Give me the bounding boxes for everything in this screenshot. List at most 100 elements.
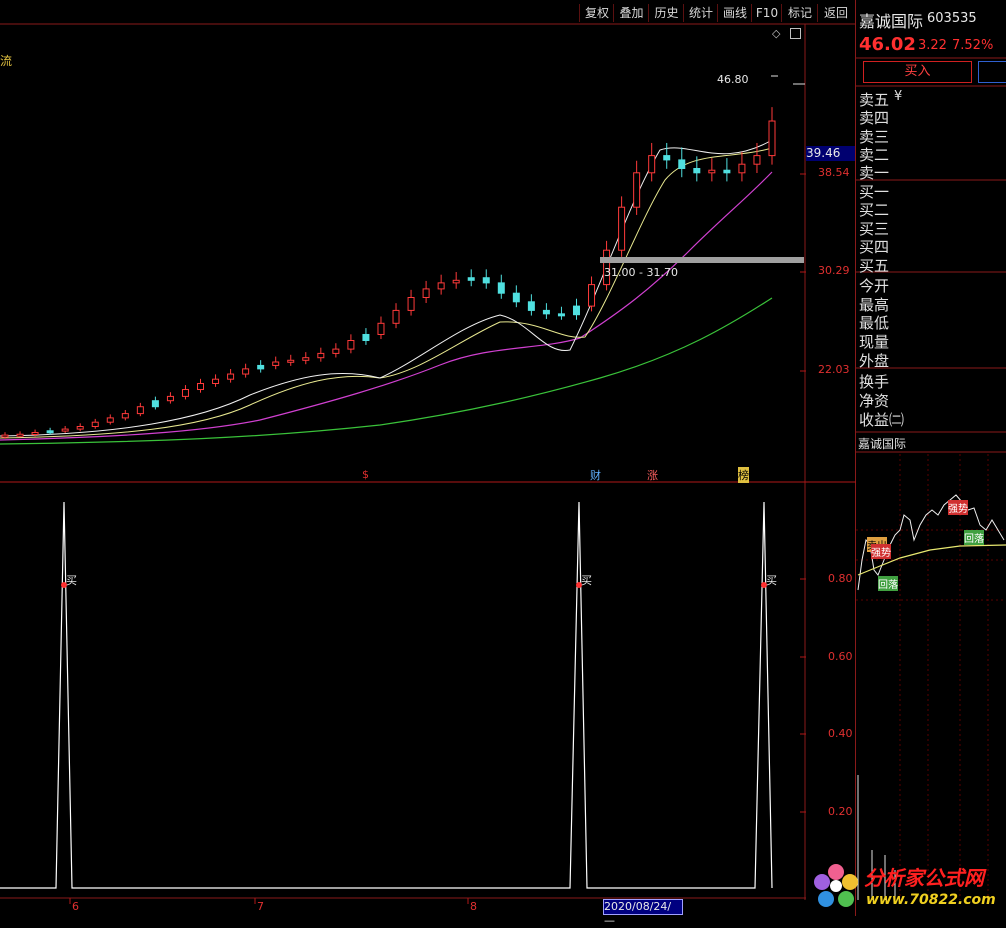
candle-body bbox=[452, 279, 460, 284]
event-marker-dollar[interactable]: $ bbox=[362, 468, 369, 481]
resistance-band bbox=[600, 257, 804, 263]
candle-body bbox=[317, 352, 325, 359]
candle-body bbox=[106, 417, 114, 423]
candle-body bbox=[437, 282, 445, 290]
chart-canvas bbox=[0, 0, 1006, 916]
indicator-label: 流 bbox=[0, 54, 13, 68]
candle-body bbox=[542, 309, 550, 315]
quote-row-label: 买五 bbox=[859, 257, 890, 275]
sell-button[interactable] bbox=[978, 61, 1006, 83]
candle-body bbox=[197, 383, 205, 391]
quote-row-label: 卖四 bbox=[859, 109, 890, 127]
buy-button[interactable]: 买入 bbox=[863, 61, 972, 83]
event-marker-finance[interactable]: 财 bbox=[590, 467, 601, 483]
candle-body bbox=[633, 172, 641, 208]
candle-body bbox=[227, 373, 235, 380]
current-price-tag: 39.46 bbox=[806, 146, 855, 161]
quote-row-label: 现量 bbox=[859, 333, 890, 351]
candle-body bbox=[422, 288, 430, 298]
ma-line-short bbox=[0, 147, 773, 439]
candle-body bbox=[76, 426, 84, 430]
stock-change: 3.22 bbox=[918, 38, 947, 53]
candle-body bbox=[31, 432, 39, 436]
mini-label-fall: 回落 bbox=[878, 576, 898, 591]
main-chart-area bbox=[0, 24, 805, 482]
month-label: 7 bbox=[257, 900, 264, 913]
quote-row-label: 卖一 bbox=[859, 164, 890, 182]
window-icon[interactable] bbox=[790, 28, 801, 39]
candle-body bbox=[392, 309, 400, 324]
candle-body bbox=[407, 297, 415, 311]
chart-options-icon[interactable]: ◇ bbox=[772, 27, 780, 40]
mini-label-fall: 回落 bbox=[964, 530, 984, 545]
flower-logo-icon bbox=[812, 862, 860, 910]
candle-body bbox=[1, 434, 9, 438]
month-label: 6 bbox=[72, 900, 79, 913]
candle-body bbox=[572, 305, 580, 316]
candle-body bbox=[753, 155, 761, 165]
candle-body bbox=[166, 395, 174, 402]
candle-body bbox=[618, 206, 626, 251]
ma-line-fast bbox=[0, 139, 773, 437]
candle-body bbox=[61, 428, 69, 432]
ma-line-mid bbox=[0, 171, 773, 441]
candle-body bbox=[242, 368, 250, 375]
quote-row-label: 最低 bbox=[859, 314, 890, 332]
candle-body bbox=[648, 155, 656, 174]
mini-chart bbox=[856, 454, 1006, 900]
candle-body bbox=[497, 282, 505, 294]
candle-body bbox=[91, 421, 99, 428]
candle-body bbox=[768, 120, 776, 157]
candle-body bbox=[272, 361, 280, 366]
mini-label-strong: 强势 bbox=[948, 500, 968, 515]
candle-body bbox=[287, 359, 295, 363]
candle-body bbox=[663, 155, 671, 161]
quote-row-label: 买二 bbox=[859, 201, 890, 219]
candle-body bbox=[121, 413, 129, 419]
candle-body bbox=[302, 357, 310, 361]
yuan-symbol: ¥ bbox=[894, 89, 903, 104]
cursor-date: 2020/08/24/— bbox=[603, 899, 683, 927]
stock-change-pct: 7.52% bbox=[952, 38, 994, 53]
candle-body bbox=[512, 292, 520, 303]
event-marker-list[interactable]: 榜 bbox=[738, 467, 749, 483]
candle-body bbox=[347, 340, 355, 350]
candle-body bbox=[723, 169, 731, 174]
quote-row-label: 买四 bbox=[859, 238, 890, 256]
candle-body bbox=[693, 168, 701, 174]
candle-body bbox=[588, 284, 596, 307]
candle-body bbox=[708, 169, 716, 174]
candle-body bbox=[362, 333, 370, 342]
quote-row-label: 换手 bbox=[859, 373, 890, 391]
quote-row-label: 今开 bbox=[859, 277, 890, 295]
candle-body bbox=[377, 322, 385, 335]
candle-body bbox=[678, 159, 686, 169]
candle-body bbox=[467, 277, 475, 281]
candle-body bbox=[738, 163, 746, 174]
stock-code: 603535 bbox=[927, 11, 977, 26]
max-price-label: 46.80 bbox=[717, 73, 749, 86]
sub-y-tick-label: 0.20 bbox=[828, 805, 853, 818]
candle-body bbox=[212, 378, 220, 385]
mini-label-strong: 强势 bbox=[871, 544, 891, 559]
quote-row-label: 净资 bbox=[859, 392, 890, 410]
sub-y-tick-label: 0.60 bbox=[828, 650, 853, 663]
candle-body bbox=[46, 430, 54, 434]
candle-body bbox=[332, 348, 340, 354]
candle-body bbox=[151, 400, 159, 408]
sub-y-tick-label: 0.40 bbox=[828, 727, 853, 740]
watermark: 分析家公式网 www.70822.com bbox=[806, 856, 1006, 916]
sub-y-tick-label: 0.80 bbox=[828, 572, 853, 585]
y-tick-label: 22.03 bbox=[818, 363, 850, 376]
y-tick-label: 38.54 bbox=[818, 166, 850, 179]
candle-body bbox=[482, 277, 490, 284]
candle-body bbox=[257, 364, 265, 370]
buy-signal-label: 买 bbox=[581, 574, 592, 587]
range-label: 31.00 - 31.70 bbox=[604, 266, 678, 279]
y-tick-label: 30.29 bbox=[818, 264, 850, 277]
signal-line bbox=[0, 501, 773, 889]
candle-body bbox=[557, 313, 565, 317]
candle-body bbox=[16, 433, 24, 437]
event-marker-rise[interactable]: 涨 bbox=[647, 467, 658, 483]
candle-body bbox=[527, 301, 535, 311]
